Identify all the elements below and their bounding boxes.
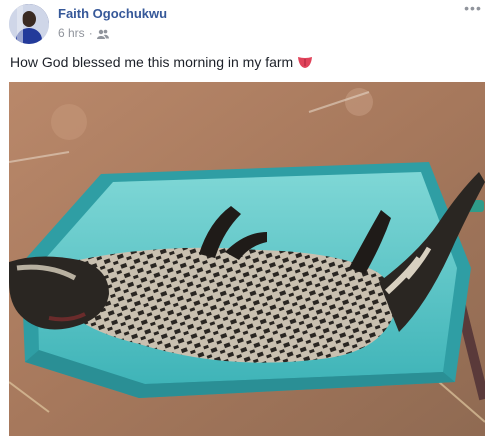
tongue-emoji-icon xyxy=(297,55,313,69)
facebook-post: Faith Ogochukwu 6 hrs · ••• How God bles… xyxy=(0,0,489,440)
friends-icon[interactable] xyxy=(96,28,109,39)
meta-separator: · xyxy=(88,26,93,40)
post-text: How God blessed me this morning in my fa… xyxy=(10,54,313,70)
post-timestamp[interactable]: 6 hrs xyxy=(58,26,85,40)
post-meta: 6 hrs · xyxy=(58,26,109,40)
post-message: How God blessed me this morning in my fa… xyxy=(10,54,294,70)
post-options-button[interactable]: ••• xyxy=(463,0,483,16)
ellipsis-icon: ••• xyxy=(464,0,482,16)
author-avatar[interactable] xyxy=(9,4,49,44)
author-name[interactable]: Faith Ogochukwu xyxy=(58,6,167,21)
post-photo[interactable] xyxy=(9,82,485,436)
